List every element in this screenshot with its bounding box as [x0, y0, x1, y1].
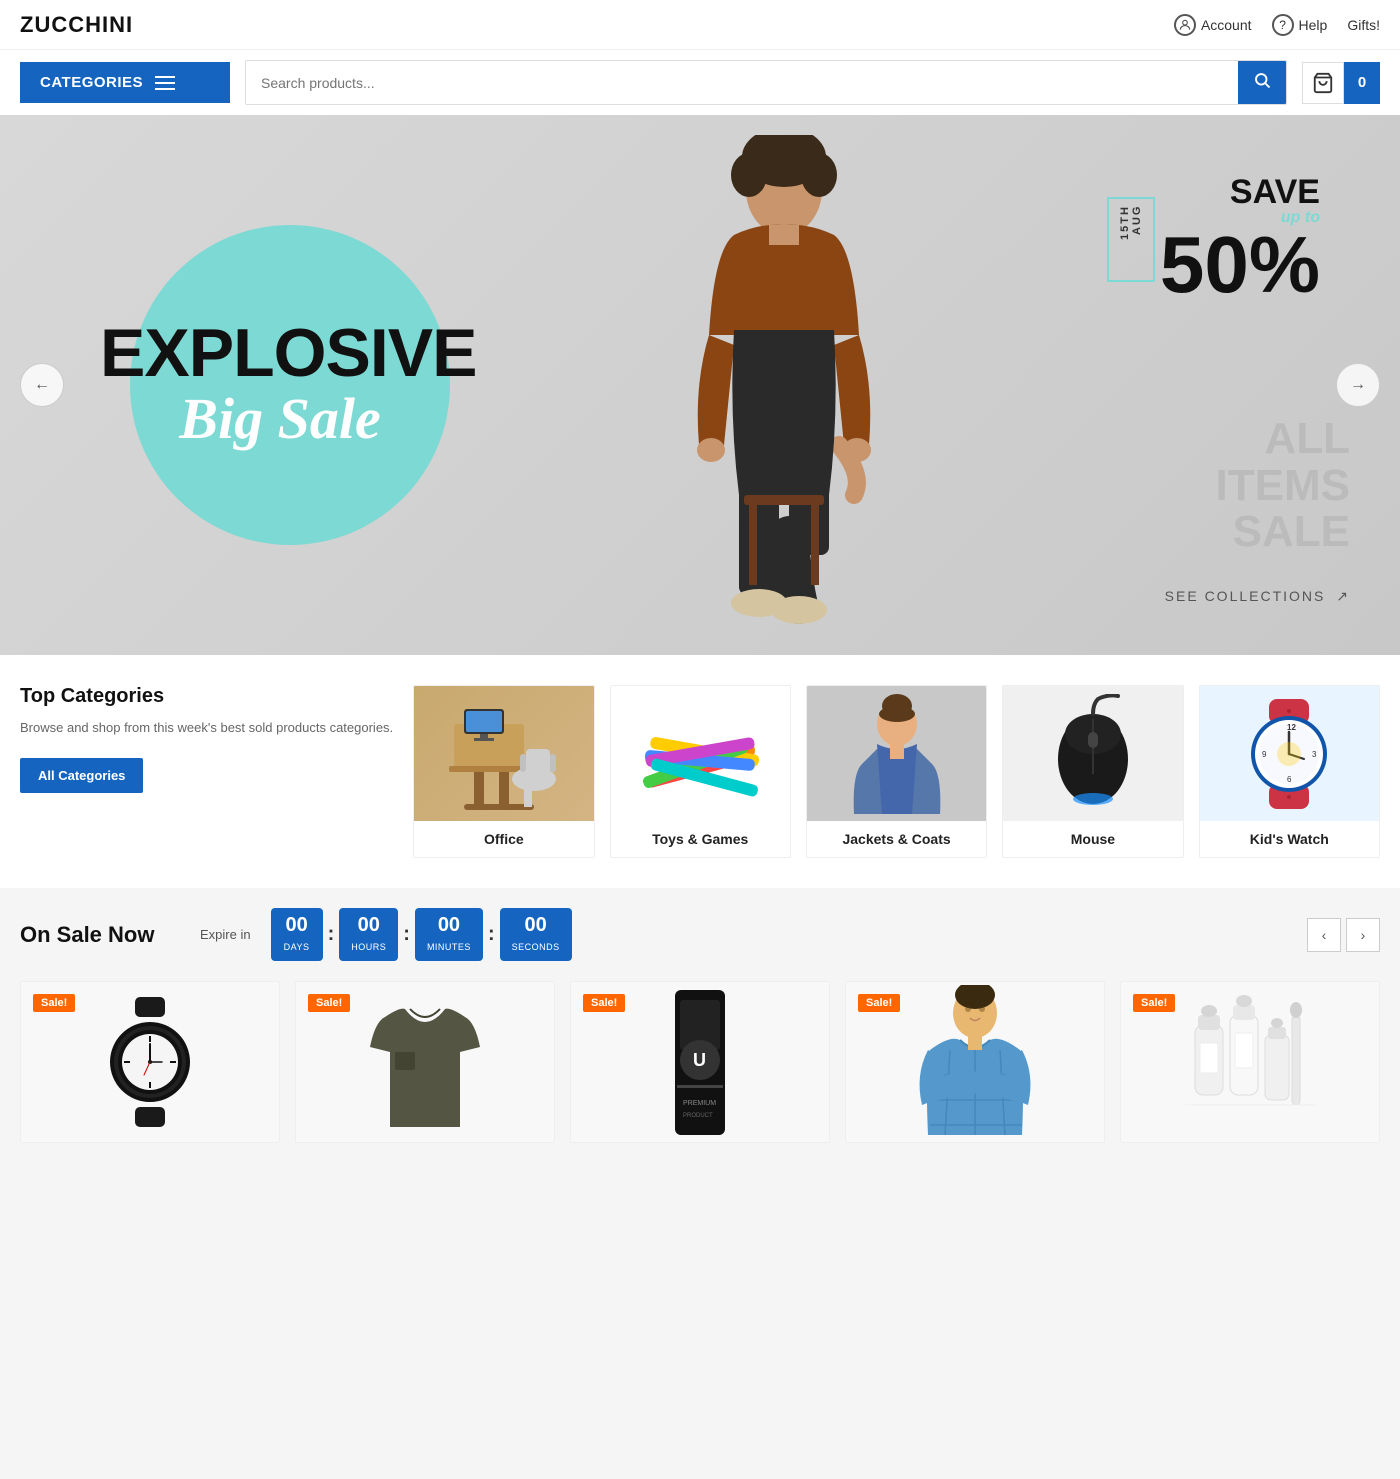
hamburger-icon: [155, 76, 175, 90]
product-card-watch[interactable]: Sale!: [20, 981, 280, 1143]
svg-text:6: 6: [1287, 775, 1292, 784]
svg-text:PREMIUM: PREMIUM: [683, 1100, 716, 1107]
cart-area: 0: [1302, 62, 1380, 104]
sale-next-button[interactable]: ›: [1346, 918, 1380, 952]
save-title: SAVE: [1160, 175, 1320, 209]
hero-prev-button[interactable]: ←: [20, 363, 64, 407]
hero-banner: EXPLOSIVE Big Sale: [0, 115, 1400, 655]
watch-category-image: 12 3 6 9: [1200, 686, 1379, 821]
mouse-label: Mouse: [1003, 821, 1182, 857]
logo: ZUCCHINI: [20, 12, 133, 38]
sale-prev-button[interactable]: ‹: [1307, 918, 1341, 952]
categories-button[interactable]: CATEGORIES: [20, 62, 230, 103]
all-categories-button[interactable]: All Categories: [20, 758, 143, 793]
on-sale-header: On Sale Now Expire in 00 DAYS : 00 HOURS…: [20, 908, 1380, 961]
office-label: Office: [414, 821, 593, 857]
svg-text:9: 9: [1262, 750, 1267, 759]
sale-badge-3: Sale!: [858, 994, 900, 1012]
mouse-category-image: [1003, 686, 1182, 821]
timer-minutes: 00 MINUTES: [415, 908, 483, 961]
product-card-shirt[interactable]: Sale!: [845, 981, 1105, 1143]
date-badge: 15TH AUG: [1107, 197, 1155, 282]
gifts-link[interactable]: Gifts!: [1347, 17, 1380, 33]
search-input[interactable]: [246, 61, 1238, 104]
kids-watch-label: Kid's Watch: [1200, 821, 1379, 857]
header-links: Account ? Help Gifts!: [1174, 14, 1380, 36]
hero-line1: EXPLOSIVE: [100, 319, 460, 387]
jackets-category-image: [807, 686, 986, 821]
gifts-label: Gifts!: [1347, 17, 1380, 33]
sale-badge-2: Sale!: [583, 994, 625, 1012]
timer-seconds: 00 SECONDS: [500, 908, 572, 961]
hero-next-button[interactable]: →: [1336, 363, 1380, 407]
office-category-image: [414, 686, 593, 821]
help-link[interactable]: ? Help: [1272, 14, 1328, 36]
cursor-icon: ↗: [1336, 588, 1350, 604]
category-card-watch[interactable]: 12 3 6 9 Kid's Watch: [1199, 685, 1380, 858]
sale-badge-1: Sale!: [308, 994, 350, 1012]
top-categories-title: Top Categories: [20, 685, 393, 708]
toys-label: Toys & Games: [611, 821, 790, 857]
expire-label: Expire in: [200, 927, 251, 942]
product-card-tshirt[interactable]: Sale!: [295, 981, 555, 1143]
category-card-toys[interactable]: Toys & Games: [610, 685, 791, 858]
sale-badge-0: Sale!: [33, 994, 75, 1012]
cart-icon[interactable]: [1302, 62, 1344, 104]
navbar: CATEGORIES 0: [0, 50, 1400, 115]
svg-text:PRODUCT: PRODUCT: [683, 1113, 713, 1119]
category-card-office[interactable]: Office: [413, 685, 594, 858]
category-grid: Office Toys & Games: [413, 685, 1380, 858]
category-card-mouse[interactable]: Mouse: [1002, 685, 1183, 858]
all-items-sale: ALLITEMSSALE: [1216, 416, 1350, 555]
sale-navigation: ‹ ›: [1307, 918, 1380, 952]
svg-text:U: U: [693, 1050, 706, 1070]
svg-text:3: 3: [1312, 750, 1317, 759]
toys-category-image: [611, 686, 790, 821]
categories-label: CATEGORIES: [40, 74, 143, 91]
on-sale-title: On Sale Now: [20, 922, 180, 948]
top-categories-desc: Browse and shop from this week's best so…: [20, 718, 393, 738]
jackets-label: Jackets & Coats: [807, 821, 986, 857]
cart-count[interactable]: 0: [1344, 62, 1380, 104]
top-categories-section: Top Categories Browse and shop from this…: [0, 655, 1400, 888]
hero-text: EXPLOSIVE Big Sale: [100, 319, 460, 451]
header: ZUCCHINI Account ? Help Gifts!: [0, 0, 1400, 50]
top-categories-info: Top Categories Browse and shop from this…: [20, 685, 413, 793]
svg-text:12: 12: [1287, 723, 1296, 732]
help-icon: ?: [1272, 14, 1294, 36]
timer-days: 00 DAYS: [271, 908, 323, 961]
search-button[interactable]: [1238, 61, 1286, 104]
sale-badge-4: Sale!: [1133, 994, 1175, 1012]
timer-hours: 00 HOURS: [339, 908, 398, 961]
hero-line2: Big Sale: [100, 387, 460, 451]
countdown-timer: 00 DAYS : 00 HOURS : 00 MINUTES : 00 SEC…: [271, 908, 572, 961]
save-percent: 50%: [1160, 227, 1320, 303]
product-card-coffee[interactable]: Sale! U PREMIUM PRODUCT: [570, 981, 830, 1143]
on-sale-section: On Sale Now Expire in 00 DAYS : 00 HOURS…: [0, 888, 1400, 1163]
search-bar: [245, 60, 1287, 105]
category-card-jackets[interactable]: Jackets & Coats: [806, 685, 987, 858]
hero-save-area: 15TH AUG SAVE up to 50%: [1107, 175, 1320, 303]
see-collections-link[interactable]: SEE COLLECTIONS ↗: [1165, 588, 1350, 605]
account-link[interactable]: Account: [1174, 14, 1252, 36]
account-label: Account: [1201, 17, 1252, 33]
products-row: Sale!: [20, 981, 1380, 1143]
account-icon: [1174, 14, 1196, 36]
hero-human-figure: [644, 115, 924, 655]
product-card-bottles[interactable]: Sale!: [1120, 981, 1380, 1143]
help-label: Help: [1299, 17, 1328, 33]
save-info: SAVE up to 50%: [1160, 175, 1320, 303]
